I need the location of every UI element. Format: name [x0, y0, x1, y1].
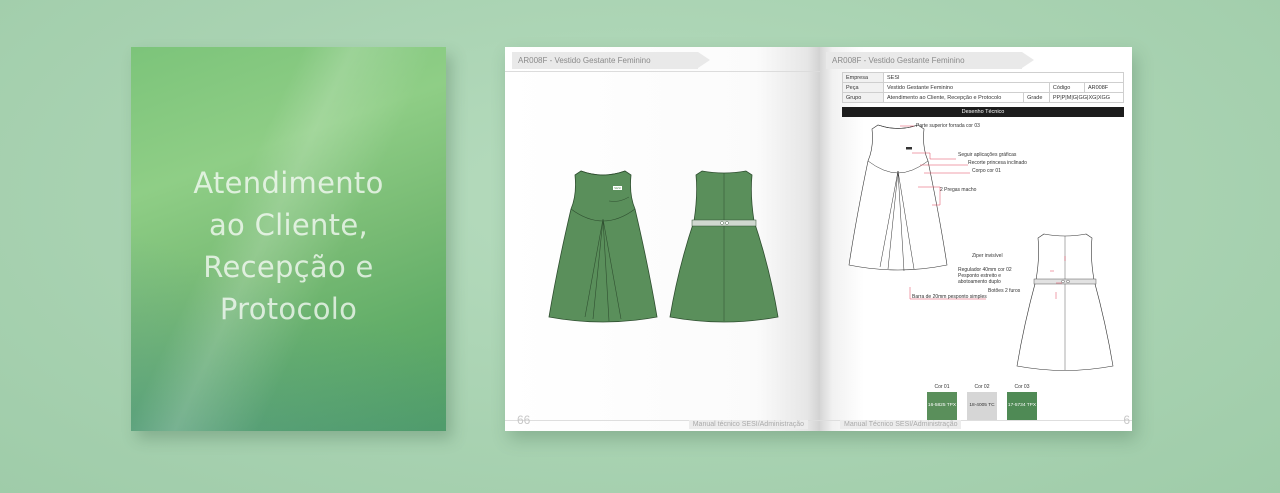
swatch-label: Cor 03 [1014, 384, 1030, 390]
dress-front-illustration: SESI [548, 170, 658, 323]
annotation-aplicacoes: Seguir aplicações gráficas [958, 152, 1017, 158]
annotation-corpo: Corpo cor 01 [972, 168, 1001, 174]
dress-back-illustration [669, 170, 779, 323]
color-swatch-03: 17-5734 TPX [1007, 392, 1037, 420]
dress-front-body [548, 170, 658, 323]
back-belt [691, 219, 757, 227]
left-page: AR008F - Vestido Gestante Feminino SESI [505, 47, 820, 431]
annotation-parte-superior: Parte superior forrada cor 03 [916, 123, 980, 129]
page-header-tab: AR008F - Vestido Gestante Feminino [512, 52, 710, 69]
swatch-label: Cor 01 [934, 384, 950, 390]
page-footer: Manual Técnico SESI/Administração [840, 420, 962, 429]
background: Atendimento ao Cliente, Recepção e Proto… [0, 0, 1280, 493]
color-swatch-01: 16-5825 TPX [927, 392, 957, 420]
color-swatch-02: 18-4005 TC [967, 392, 997, 420]
sesi-logo-text: SESI [614, 186, 621, 190]
annotation-botoes: Botões 2 furos [988, 288, 1021, 294]
swatch-label: Cor 02 [974, 384, 990, 390]
annotation-barra: Barra de 20mm pesponto simples [912, 294, 987, 300]
belt-button [720, 221, 724, 225]
annotation-recorte: Recorte princesa inclinado [968, 160, 1027, 166]
manual-cover: Atendimento ao Cliente, Recepção e Proto… [131, 47, 446, 431]
open-book: AR008F - Vestido Gestante Feminino SESI [505, 47, 1132, 431]
annotation-pregas: 2 Pregas macho [940, 187, 977, 193]
belt-button [725, 221, 729, 225]
right-page: AR008F - Vestido Gestante Feminino Empre… [820, 47, 1132, 431]
page-number: 6 [1123, 413, 1130, 427]
page-number: 66 [517, 413, 531, 427]
cover-title: Atendimento ao Cliente, Recepção e Proto… [193, 166, 384, 326]
annotation-leaders [900, 125, 1066, 300]
header-divider [505, 71, 820, 72]
annotation-abotoamento: abotoamento duplo [958, 279, 1001, 285]
page-footer: Manual técnico SESI/Administração [688, 420, 808, 429]
annotation-ziper: Ziper invisível [972, 253, 1003, 259]
